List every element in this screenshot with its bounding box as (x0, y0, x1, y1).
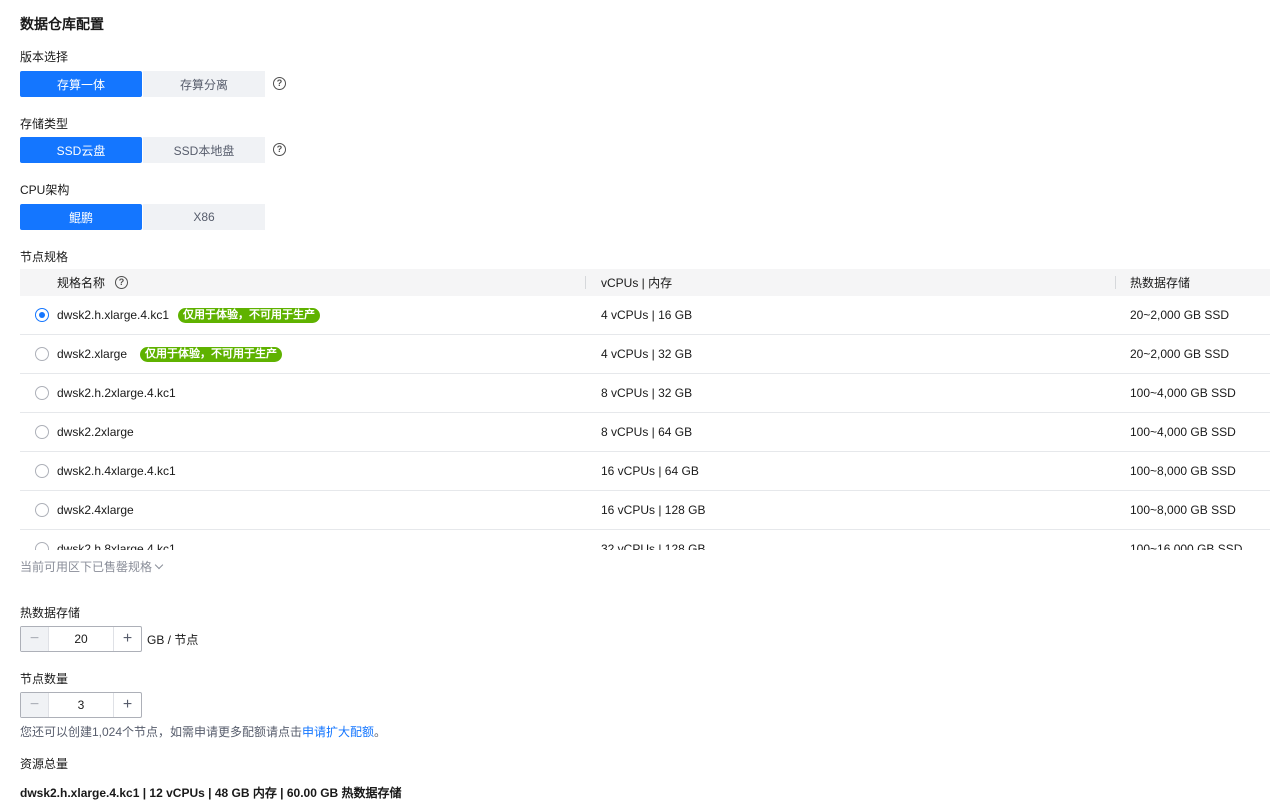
table-row[interactable]: dwsk2.h.4xlarge.4.kc1 16 vCPUs | 64 GB 1… (20, 452, 1270, 491)
storage-type-label: 存储类型 (20, 117, 69, 131)
spec-cpu-memory: 32 vCPUs | 128 GB (601, 542, 706, 550)
trial-only-tag: 仅用于体验，不可用于生产 (178, 307, 320, 323)
spec-cpu-memory: 8 vCPUs | 64 GB (601, 425, 693, 439)
node-count-decrement-button[interactable]: − (21, 693, 49, 717)
page-title: 数据仓库配置 (20, 16, 104, 32)
node-count-input[interactable]: 3 (49, 693, 113, 717)
hot-storage-unit: GB / 节点 (147, 633, 199, 647)
cpu-arch-selector: 鲲鹏 X86 (20, 204, 265, 230)
row-radio[interactable] (35, 425, 49, 439)
column-divider (585, 276, 586, 289)
spec-cpu-memory: 16 vCPUs | 128 GB (601, 503, 706, 517)
row-radio[interactable] (35, 386, 49, 400)
storage-option-ssd-local[interactable]: SSD本地盘 (143, 137, 265, 163)
column-divider (1115, 276, 1116, 289)
node-quota-hint: 您还可以创建1,024个节点，如需申请更多配额请点击申请扩大配额。 (20, 723, 386, 740)
spec-storage: 20~2,000 GB SSD (1130, 347, 1230, 361)
row-radio[interactable] (35, 347, 49, 361)
resource-total-summary: dwsk2.h.xlarge.4.kc1 | 12 vCPUs | 48 GB … (20, 786, 402, 800)
chevron-down-icon (154, 560, 164, 569)
node-count-increment-button[interactable]: + (113, 693, 141, 717)
row-radio[interactable] (35, 308, 49, 322)
spec-name: dwsk2.h.2xlarge.4.kc1 (57, 386, 176, 400)
storage-type-selector: SSD云盘 SSD本地盘 (20, 137, 265, 163)
table-row[interactable]: dwsk2.h.xlarge.4.kc1 仅用于体验，不可用于生产 4 vCPU… (20, 296, 1270, 335)
hot-storage-decrement-button[interactable]: − (21, 627, 49, 651)
spec-name: dwsk2.xlarge (57, 347, 128, 361)
node-quota-hint-text: 您还可以创建1,024个节点，如需申请更多配额请点击 (20, 725, 303, 739)
version-label: 版本选择 (20, 50, 69, 64)
spec-cpu-memory: 4 vCPUs | 32 GB (601, 347, 693, 361)
spec-name: dwsk2.h.8xlarge.4.kc1 (57, 542, 176, 550)
table-row[interactable]: dwsk2.h.8xlarge.4.kc1 32 vCPUs | 128 GB … (20, 530, 1270, 550)
spec-cpu-memory: 8 vCPUs | 32 GB (601, 386, 693, 400)
spec-name: dwsk2.4xlarge (57, 503, 134, 517)
node-spec-label: 节点规格 (20, 250, 69, 264)
table-row[interactable]: dwsk2.h.2xlarge.4.kc1 8 vCPUs | 32 GB 10… (20, 374, 1270, 413)
node-count-stepper: − 3 + (20, 692, 142, 718)
node-quota-hint-suffix: 。 (374, 725, 387, 739)
spec-storage: 100~8,000 GB SSD (1130, 464, 1236, 478)
column-header-storage: 热数据存储 (1130, 276, 1191, 290)
version-option-integrated[interactable]: 存算一体 (20, 71, 142, 97)
row-radio[interactable] (35, 542, 49, 550)
node-spec-table: 规格名称 ? vCPUs | 内存 热数据存储 dwsk2.h.xlarge.4… (20, 269, 1270, 550)
hot-storage-input[interactable]: 20 (49, 627, 113, 651)
table-row[interactable]: dwsk2.xlarge 仅用于体验，不可用于生产 4 vCPUs | 32 G… (20, 335, 1270, 374)
spec-storage: 100~16,000 GB SSD (1130, 542, 1243, 550)
sold-out-label: 当前可用区下已售罄规格 (20, 560, 153, 574)
node-count-label: 节点数量 (20, 672, 69, 686)
spec-name-help-icon[interactable]: ? (115, 276, 128, 289)
cpu-option-x86[interactable]: X86 (143, 204, 265, 230)
spec-storage: 20~2,000 GB SSD (1130, 308, 1230, 322)
hot-storage-label: 热数据存储 (20, 606, 81, 620)
version-selector: 存算一体 存算分离 (20, 71, 265, 97)
spec-name: dwsk2.h.4xlarge.4.kc1 (57, 464, 176, 478)
storage-type-help-icon[interactable]: ? (273, 143, 286, 156)
version-option-separated[interactable]: 存算分离 (143, 71, 265, 97)
spec-name: dwsk2.h.xlarge.4.kc1 (57, 308, 170, 322)
hot-storage-increment-button[interactable]: + (113, 627, 141, 651)
spec-storage: 100~4,000 GB SSD (1130, 425, 1236, 439)
resource-total-label: 资源总量 (20, 757, 69, 771)
sold-out-specs-toggle[interactable]: 当前可用区下已售罄规格 (20, 558, 164, 575)
spec-storage: 100~8,000 GB SSD (1130, 503, 1236, 517)
column-header-name: 规格名称 (57, 276, 106, 290)
table-row[interactable]: dwsk2.2xlarge 8 vCPUs | 64 GB 100~4,000 … (20, 413, 1270, 452)
table-row[interactable]: dwsk2.4xlarge 16 vCPUs | 128 GB 100~8,00… (20, 491, 1270, 530)
storage-option-ssd-cloud[interactable]: SSD云盘 (20, 137, 142, 163)
request-quota-link[interactable]: 申请扩大配额 (302, 725, 374, 739)
row-radio[interactable] (35, 503, 49, 517)
spec-cpu-memory: 16 vCPUs | 64 GB (601, 464, 699, 478)
spec-storage: 100~4,000 GB SSD (1130, 386, 1236, 400)
spec-cpu-memory: 4 vCPUs | 16 GB (601, 308, 693, 322)
hot-storage-stepper: − 20 + (20, 626, 142, 652)
trial-only-tag: 仅用于体验，不可用于生产 (140, 346, 282, 362)
table-header: 规格名称 ? vCPUs | 内存 热数据存储 (20, 269, 1270, 296)
row-radio[interactable] (35, 464, 49, 478)
cpu-arch-label: CPU架构 (20, 183, 70, 197)
column-header-cpu-memory: vCPUs | 内存 (601, 276, 673, 290)
spec-name: dwsk2.2xlarge (57, 425, 134, 439)
version-help-icon[interactable]: ? (273, 77, 286, 90)
cpu-option-kunpeng[interactable]: 鲲鹏 (20, 204, 142, 230)
